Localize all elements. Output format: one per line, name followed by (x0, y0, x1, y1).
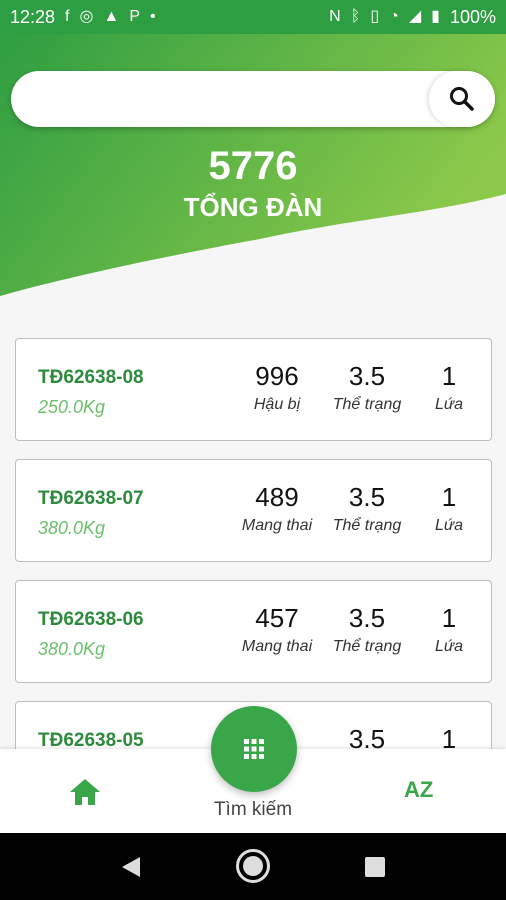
stat-value: 1 (441, 361, 457, 391)
grid-icon (244, 739, 264, 759)
search-icon (450, 87, 474, 111)
animal-weight: 250.0Kg (38, 397, 106, 417)
stat-parity: 1 Lứa (421, 480, 477, 536)
animal-code: TĐ62638-08 (38, 367, 144, 388)
stat-label: Thể trạng (332, 638, 402, 655)
search-button[interactable] (429, 71, 495, 127)
search-fab[interactable] (211, 706, 297, 792)
fab-label: Tìm kiếm (213, 799, 293, 820)
status-bar: 12:28 f ◎ ▲ P • N ᛒ ▯ ◔ ◢ ▮ 100% (0, 0, 506, 34)
nfc-icon: N (329, 8, 341, 25)
stat-value: 3.5 (348, 482, 386, 512)
back-icon[interactable] (120, 855, 142, 879)
stat-label: Mang thai (241, 638, 313, 655)
stat-label: Hậu bị (253, 396, 301, 413)
search-bar (11, 71, 495, 129)
stat-value: 457 (255, 603, 299, 633)
stat-parity: 1 Lứa (421, 359, 477, 415)
herd-summary: 5776 TỔNG ĐÀN (0, 142, 506, 222)
stat-condition: 3.5 Thể trạng (331, 359, 403, 415)
stat-label: Mang thai (241, 517, 313, 534)
recents-button[interactable] (365, 857, 385, 877)
p-icon: P (129, 8, 140, 25)
stat-label: Thể trạng (332, 517, 402, 534)
home-circle-icon (243, 856, 263, 876)
stat-label: Lứa (435, 396, 463, 413)
stat-value: 996 (255, 361, 299, 391)
dot-icon: • (149, 8, 156, 25)
stat-parity: 1 Lứa (421, 601, 477, 657)
stat-value: 3.5 (348, 361, 386, 391)
animal-weight: 380.0Kg (38, 518, 106, 538)
stat-value: 1 (441, 603, 457, 633)
warning-icon: ▲ (103, 8, 120, 25)
total-label: TỔNG ĐÀN (183, 192, 323, 222)
animal-code: TĐ62638-07 (38, 488, 144, 509)
animal-card[interactable]: TĐ62638-06 380.0Kg 457 Mang thai 3.5 Thể… (15, 580, 492, 683)
stat-stage: 457 Mang thai (241, 601, 313, 657)
stat-label: Thể trạng (332, 396, 402, 413)
status-time: 12:28 (10, 6, 56, 27)
stat-stage: 996 Hậu bị (241, 359, 313, 415)
stat-label: Lứa (435, 638, 463, 655)
animal-code: TĐ62638-06 (38, 609, 144, 630)
stat-condition: 3.5 Thể trạng (331, 601, 403, 657)
bluetooth-icon: ᛒ (350, 8, 361, 25)
stat-value: 3.5 (348, 603, 386, 633)
battery-icon: ▮ (431, 8, 440, 25)
battery-level: 100% (449, 6, 496, 27)
browser-icon: ◎ (79, 8, 94, 25)
vibrate-icon: ▯ (370, 8, 380, 25)
stat-stage: 489 Mang thai (241, 480, 313, 536)
stat-value: 1 (441, 482, 457, 512)
system-nav-bar (0, 833, 506, 900)
animal-card[interactable]: TĐ62638-07 380.0Kg 489 Mang thai 3.5 Thể… (15, 459, 492, 562)
animal-card[interactable]: TĐ62638-08 250.0Kg 996 Hậu bị 3.5 Thể tr… (15, 338, 492, 441)
wifi-icon: ◔ (389, 8, 399, 25)
stat-label: Lứa (435, 517, 463, 534)
total-count: 5776 (208, 144, 298, 188)
home-nav-button[interactable] (236, 849, 270, 883)
stat-condition: 3.5 Thể trạng (331, 480, 403, 536)
animal-weight: 380.0Kg (38, 639, 106, 659)
search-input[interactable] (31, 71, 415, 129)
facebook-icon: f (65, 8, 70, 25)
signal-icon: ◢ (408, 8, 422, 25)
stat-value: 489 (255, 482, 299, 512)
